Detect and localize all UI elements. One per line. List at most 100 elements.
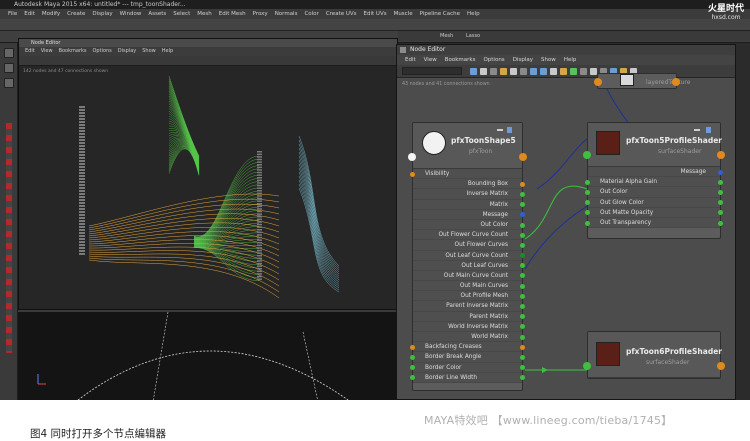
maya-menu-create[interactable]: Create [67,9,85,19]
output-port[interactable] [520,232,525,238]
maya-menu-select[interactable]: Select [173,9,190,19]
input-port[interactable] [410,171,415,177]
output-port[interactable] [520,304,525,310]
maya-menu-create-uvs[interactable]: Create UVs [326,9,357,19]
attr-row-out-color[interactable]: Out Color [585,187,723,198]
attr-row-matrix[interactable]: Matrix [413,199,525,210]
maya-menu-assets[interactable]: Assets [148,9,166,19]
output-port[interactable] [718,220,723,226]
node-collapse-icon[interactable] [706,127,711,133]
maya-menu-window[interactable]: Window [120,9,142,19]
attr-row-world-matrix[interactable]: World Matrix [413,332,525,343]
pfx-toon-shape-input-port[interactable] [408,153,416,161]
maya-menu-file[interactable]: File [8,9,17,19]
layered-texture-input-port[interactable] [594,78,602,86]
node-editor-front-canvas[interactable]: 43 nodes and 41 connections shown layere… [397,73,735,399]
back-menu-show[interactable]: Show [142,47,156,56]
attr-row-visibility[interactable]: Visibility [410,169,522,180]
add-node-icon[interactable] [570,67,577,75]
pfx-toon-shape-node[interactable]: pfxToonShape5 pfxToon Visibility Bounding… [408,122,527,391]
front-menu-bookmarks[interactable]: Bookmarks [445,55,476,65]
tab-lasso[interactable]: Lasso [466,33,480,39]
back-menu-help[interactable]: Help [162,47,173,56]
attr-row-material-alpha-gain[interactable]: Material Alpha Gain [585,177,723,188]
attr-row-border-line-width[interactable]: Border Line Width [410,372,525,383]
attr-row-bounding-box[interactable]: Bounding Box [413,179,525,190]
profile-shader-5-input-port[interactable] [583,151,591,159]
grid-toggle-icon[interactable] [580,67,587,75]
profile-shader-5-output-port[interactable] [717,151,725,159]
front-menu-show[interactable]: Show [541,55,556,65]
maya-menu-normals[interactable]: Normals [275,9,298,19]
attr-row-out-leaf-curve-count[interactable]: Out Leaf Curve Count [413,250,525,261]
attr-row-parent-inverse-matrix[interactable]: Parent Inverse Matrix [413,301,525,312]
graph-output-icon[interactable] [480,67,487,75]
back-menu-display[interactable]: Display [118,47,136,56]
frame-all-icon[interactable] [500,67,507,75]
clear-graph-icon[interactable] [490,67,497,75]
attr-row-out-glow-color[interactable]: Out Glow Color [585,197,723,208]
input-port[interactable] [410,375,415,381]
attr-row-out-flower-curve-count[interactable]: Out Flower Curve Count [413,230,525,241]
output-port[interactable] [520,354,525,360]
frame-selected-icon[interactable] [510,67,517,75]
attr-row-message[interactable]: Message [588,167,723,178]
attr-row-parent-matrix[interactable]: Parent Matrix [413,311,525,322]
node-search-field[interactable] [402,67,462,75]
output-port[interactable] [520,283,525,289]
output-port[interactable] [520,191,525,197]
back-menu-edit[interactable]: Edit [25,47,35,56]
profile-shader-6-output-port[interactable] [717,362,725,370]
attr-row-out-flower-curves[interactable]: Out Flower Curves [413,240,525,251]
output-port[interactable] [718,179,723,185]
maya-menu-modify[interactable]: Modify [42,9,60,19]
attr-row-out-matte-opacity[interactable]: Out Matte Opacity [585,207,723,218]
input-port[interactable] [410,354,415,360]
attr-row-out-main-curve-count[interactable]: Out Main Curve Count [413,270,525,282]
layout-buttons[interactable] [6,123,12,353]
perspective-viewport[interactable] [18,310,398,400]
attr-row-out-transparency[interactable]: Out Transparency [585,217,723,229]
profile-shader-5-node[interactable]: pfxToon5ProfileShader surfaceShader Mess… [583,122,725,239]
swatch-toggle-icon[interactable] [560,67,567,75]
maya-menu-color[interactable]: Color [304,9,318,19]
attr-row-out-main-curves[interactable]: Out Main Curves [413,281,525,292]
attr-row-border-color[interactable]: Border Color [410,362,525,373]
input-port[interactable] [585,179,590,185]
graph-input-icon[interactable] [470,67,477,75]
pfx-toon-shape-output-port[interactable] [519,153,527,161]
attr-row-out-profile-mesh[interactable]: Out Profile Mesh [413,291,525,302]
input-port[interactable] [585,189,590,195]
maya-menu-muscle[interactable]: Muscle [394,9,413,19]
node-editor-front-title-bar[interactable]: Node Editor [397,45,735,55]
maya-menu-pipeline-cache[interactable]: Pipeline Cache [420,9,460,19]
node-mode-icon[interactable] [694,129,700,131]
attr-row-inverse-matrix[interactable]: Inverse Matrix [413,189,525,200]
layered-texture-output-port[interactable] [672,78,680,86]
front-menu-view[interactable]: View [424,55,437,65]
attr-row-out-color[interactable]: Out Color [413,219,525,231]
node-collapse-icon[interactable] [507,127,512,133]
input-port[interactable] [410,344,415,350]
front-menu-display[interactable]: Display [513,55,533,65]
node-mode-icon[interactable] [497,129,503,131]
full-mode-icon[interactable] [550,67,557,75]
input-port[interactable] [585,220,590,226]
output-port[interactable] [520,334,525,340]
maya-menu-display[interactable]: Display [92,9,112,19]
input-port[interactable] [585,200,590,206]
output-port[interactable] [718,189,723,195]
back-menu-options[interactable]: Options [93,47,112,56]
input-port[interactable] [585,210,590,216]
front-menu-edit[interactable]: Edit [405,55,416,65]
back-menu-bookmarks[interactable]: Bookmarks [59,47,87,56]
input-port[interactable] [410,365,415,371]
attr-row-backfacing-creases[interactable]: Backfacing Creases [410,342,525,353]
attr-row-border-break-angle[interactable]: Border Break Angle [410,352,525,363]
profile-shader-6-node[interactable]: pfxToon6ProfileShader surfaceShader [583,331,725,379]
output-port[interactable] [520,344,525,350]
attr-row-out-leaf-curves[interactable]: Out Leaf Curves [413,260,525,271]
layered-texture-node[interactable]: layeredTexture [594,73,690,89]
node-editor-back-canvas[interactable]: 142 nodes and 47 connections shown [19,66,399,311]
output-port[interactable] [520,222,525,228]
